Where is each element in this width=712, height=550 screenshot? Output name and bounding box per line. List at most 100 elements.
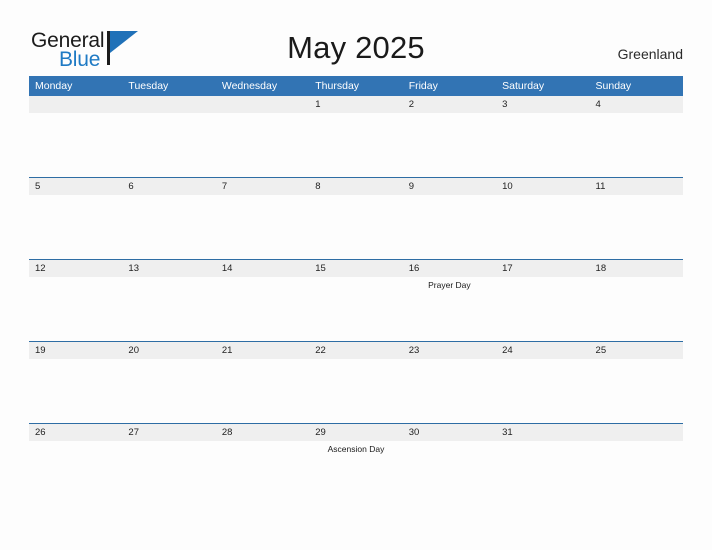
day-number[interactable]: 26 [29, 424, 122, 441]
day-number[interactable]: 21 [216, 342, 309, 359]
day-cell[interactable] [590, 441, 683, 505]
day-cell[interactable] [122, 113, 215, 177]
weekday-header-tuesday: Tuesday [128, 80, 169, 92]
day-cell[interactable] [590, 277, 683, 341]
day-cell[interactable] [496, 277, 589, 341]
day-cell[interactable] [216, 195, 309, 259]
day-cell[interactable] [496, 359, 589, 423]
event-label: Prayer Day [428, 280, 471, 290]
calendar-week-row: 19 20 21 22 23 24 25 [29, 341, 683, 423]
day-cell[interactable] [496, 441, 589, 505]
day-number[interactable]: 27 [122, 424, 215, 441]
day-number[interactable]: 22 [309, 342, 402, 359]
weekday-header-sunday: Sunday [595, 80, 632, 92]
weekday-header-monday: Monday [35, 80, 73, 92]
day-cell[interactable] [29, 277, 122, 341]
day-number[interactable]: 19 [29, 342, 122, 359]
day-number[interactable]: 4 [590, 96, 683, 113]
day-cell[interactable] [403, 195, 496, 259]
week-date-band: 12 13 14 15 16 17 18 [29, 259, 683, 277]
day-number[interactable]: 13 [122, 260, 215, 277]
weekday-header-friday: Friday [408, 80, 438, 92]
day-cell[interactable] [29, 113, 122, 177]
day-number[interactable]: 23 [403, 342, 496, 359]
weekday-header-wednesday: Wednesday [221, 80, 278, 92]
day-cell[interactable] [403, 359, 496, 423]
day-cell[interactable] [122, 277, 215, 341]
day-number[interactable]: 11 [590, 178, 683, 195]
week-event-band [29, 113, 683, 177]
day-cell[interactable] [122, 359, 215, 423]
day-cell[interactable] [590, 359, 683, 423]
location-label: Greenland [617, 46, 683, 62]
day-number[interactable]: 1 [309, 96, 402, 113]
day-number[interactable]: 15 [309, 260, 402, 277]
day-number[interactable]: 25 [590, 342, 683, 359]
calendar-week-row: 12 13 14 15 16 17 18 Prayer Day [29, 259, 683, 341]
calendar-week-row: 26 27 28 29 30 31 Ascension Day [29, 423, 683, 505]
week-event-band [29, 359, 683, 423]
day-cell[interactable] [122, 195, 215, 259]
day-cell[interactable] [496, 113, 589, 177]
day-cell[interactable] [309, 113, 402, 177]
day-number[interactable]: 24 [496, 342, 589, 359]
day-cell[interactable] [590, 195, 683, 259]
page-header: General Blue May 2025 Greenland [0, 0, 712, 76]
calendar-grid: Monday Tuesday Wednesday Thursday Friday… [29, 76, 683, 505]
day-number[interactable]: 29 [309, 424, 402, 441]
day-number[interactable]: 3 [496, 96, 589, 113]
calendar-page: General Blue May 2025 Greenland Monday T… [0, 0, 712, 550]
week-date-band: 1 2 3 4 [29, 96, 683, 113]
day-cell[interactable] [309, 195, 402, 259]
week-event-band: Prayer Day [29, 277, 683, 341]
day-number[interactable]: 5 [29, 178, 122, 195]
weekday-header-thursday: Thursday [315, 80, 360, 92]
day-number[interactable] [29, 96, 122, 113]
day-cell[interactable] [403, 441, 496, 505]
day-number[interactable]: 8 [309, 178, 402, 195]
day-number[interactable]: 12 [29, 260, 122, 277]
day-number[interactable] [590, 424, 683, 441]
day-cell[interactable] [403, 113, 496, 177]
day-cell[interactable] [122, 441, 215, 505]
day-cell[interactable] [216, 113, 309, 177]
day-cell-ascension-day[interactable]: Ascension Day [309, 441, 402, 505]
day-number[interactable]: 28 [216, 424, 309, 441]
day-cell-prayer-day[interactable]: Prayer Day [403, 277, 496, 341]
day-cell[interactable] [216, 277, 309, 341]
day-number[interactable]: 10 [496, 178, 589, 195]
weekday-header-saturday: Saturday [502, 80, 545, 92]
day-cell[interactable] [29, 359, 122, 423]
day-cell[interactable] [309, 277, 402, 341]
day-number[interactable]: 7 [216, 178, 309, 195]
event-label: Ascension Day [327, 444, 385, 454]
day-number[interactable]: 6 [122, 178, 215, 195]
day-number[interactable] [122, 96, 215, 113]
day-number[interactable]: 2 [403, 96, 496, 113]
day-number[interactable]: 20 [122, 342, 215, 359]
day-number[interactable]: 17 [496, 260, 589, 277]
day-cell[interactable] [29, 441, 122, 505]
day-number[interactable]: 14 [216, 260, 309, 277]
day-cell[interactable] [216, 441, 309, 505]
weekday-header-row: Monday Tuesday Wednesday Thursday Friday… [29, 76, 683, 96]
day-cell[interactable] [216, 359, 309, 423]
week-date-band: 19 20 21 22 23 24 25 [29, 341, 683, 359]
week-date-band: 26 27 28 29 30 31 [29, 423, 683, 441]
week-date-band: 5 6 7 8 9 10 11 [29, 177, 683, 195]
day-number[interactable] [216, 96, 309, 113]
day-cell[interactable] [309, 359, 402, 423]
day-number[interactable]: 31 [496, 424, 589, 441]
day-cell[interactable] [496, 195, 589, 259]
day-cell[interactable] [590, 113, 683, 177]
week-event-band [29, 195, 683, 259]
day-number[interactable]: 30 [403, 424, 496, 441]
page-title: May 2025 [287, 30, 425, 65]
calendar-week-row: 5 6 7 8 9 10 11 [29, 177, 683, 259]
week-event-band: Ascension Day [29, 441, 683, 505]
day-number[interactable]: 18 [590, 260, 683, 277]
calendar-week-row: 1 2 3 4 [29, 96, 683, 177]
day-number[interactable]: 9 [403, 178, 496, 195]
day-number[interactable]: 16 [403, 260, 496, 277]
day-cell[interactable] [29, 195, 122, 259]
